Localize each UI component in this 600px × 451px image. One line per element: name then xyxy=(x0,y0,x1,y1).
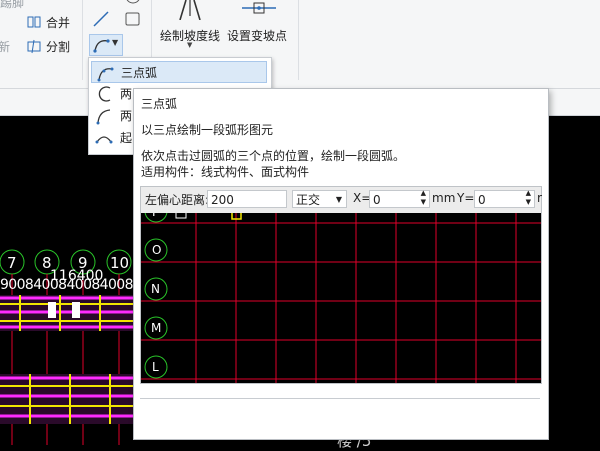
chevron-down-icon: ▼ xyxy=(112,38,119,47)
preview-grid: P O N M L xyxy=(141,213,541,383)
grid-axis-label: O xyxy=(152,243,162,257)
arc-tool-dropdown-button[interactable]: ▼ xyxy=(89,34,123,56)
ribbon-cut-label: 新 xyxy=(0,40,11,54)
tooltip-divider xyxy=(140,398,540,399)
spinner-icon[interactable]: ▲ ▼ xyxy=(526,189,531,207)
mm-label: mm xyxy=(432,191,456,205)
tooltip-preview: 左偏心距离: 200 正交 ▼ X= 0 ▲ ▼ mm Y= 0 ▲ ▼ r O… xyxy=(140,186,542,384)
command-tooltip: 三点弧 以三点绘制一段弧形图元 依次点击过圆弧的三个点的位置，绘制一段圆弧。 适… xyxy=(133,88,549,440)
slope-point-icon xyxy=(242,2,276,14)
start-point-arc-icon xyxy=(95,136,113,144)
x-input[interactable]: 0 ▲ ▼ xyxy=(369,189,430,208)
menu-item-label: 两 xyxy=(120,109,133,123)
tooltip-instruction: 依次点击过圆弧的三个点的位置，绘制一段圆弧。 xyxy=(141,149,406,163)
ribbon-separator xyxy=(298,0,299,80)
dimension-row: 90084008400840084 xyxy=(0,277,134,293)
arc-icon xyxy=(93,39,110,53)
menu-item-label: 三点弧 xyxy=(121,66,158,80)
axis-number: 7 xyxy=(7,254,17,272)
spinner-icon[interactable]: ▲ ▼ xyxy=(421,189,426,207)
grid-axis-label: P xyxy=(152,213,159,219)
draw-slope-line-button[interactable]: 绘制坡度线 ▼ xyxy=(158,0,222,60)
tooltip-applicable: 适用构件：线式构件、面式构件 xyxy=(141,165,310,179)
axis-number: 10 xyxy=(110,254,130,272)
split-label: 分割 xyxy=(46,40,71,54)
set-slope-point-button[interactable]: 设置变坡点 xyxy=(226,0,290,50)
menu-item-label: 起 xyxy=(120,131,133,145)
mode-value: 正交 xyxy=(296,193,321,207)
menu-item-three-point-arc[interactable]: 三点弧 xyxy=(91,61,267,83)
merge-button[interactable]: 合并 xyxy=(0,14,80,32)
ribbon-cut-label: 踢脚 xyxy=(0,0,25,10)
split-icon xyxy=(27,39,41,54)
chevron-down-icon: ▼ xyxy=(335,195,342,204)
slope-line-icon xyxy=(179,0,201,20)
x-value: 0 xyxy=(373,193,381,207)
grid-axis-label: M xyxy=(151,321,162,335)
y-value: 0 xyxy=(478,193,486,207)
set-slope-point-label: 设置变坡点 xyxy=(227,29,288,43)
y-label: Y= xyxy=(457,191,475,205)
trailing-label: r xyxy=(537,191,542,205)
three-point-arc-icon xyxy=(97,67,114,82)
mode-select[interactable]: 正交 ▼ xyxy=(292,190,347,208)
split-button[interactable]: 新 分割 xyxy=(0,37,80,55)
offset-label: 左偏心距离: xyxy=(145,193,210,207)
merge-label: 合并 xyxy=(46,16,71,30)
grid-axis-label: N xyxy=(151,282,160,296)
tooltip-subtitle: 以三点绘制一段弧形图元 xyxy=(141,123,274,137)
menu-item-label: 两 xyxy=(120,87,133,101)
y-input[interactable]: 0 ▲ ▼ xyxy=(474,189,535,208)
offset-input[interactable]: 200 xyxy=(207,190,287,208)
tooltip-title: 三点弧 xyxy=(141,97,178,111)
grid-axis-label: L xyxy=(152,360,159,374)
two-point-arc-icon xyxy=(98,86,111,102)
preview-grid-lines xyxy=(141,213,541,383)
rectangle-tool-icon[interactable] xyxy=(124,11,142,27)
chevron-down-icon: ▼ xyxy=(187,41,193,49)
two-point-arc-small-icon xyxy=(96,109,111,125)
circle-tool-icon[interactable] xyxy=(124,0,142,6)
line-tool-icon[interactable] xyxy=(92,10,110,28)
merge-icon xyxy=(27,16,41,28)
preview-toolbar: 左偏心距离: 200 正交 ▼ X= 0 ▲ ▼ mm Y= 0 ▲ ▼ r xyxy=(141,187,542,211)
ribbon-separator xyxy=(82,0,83,80)
